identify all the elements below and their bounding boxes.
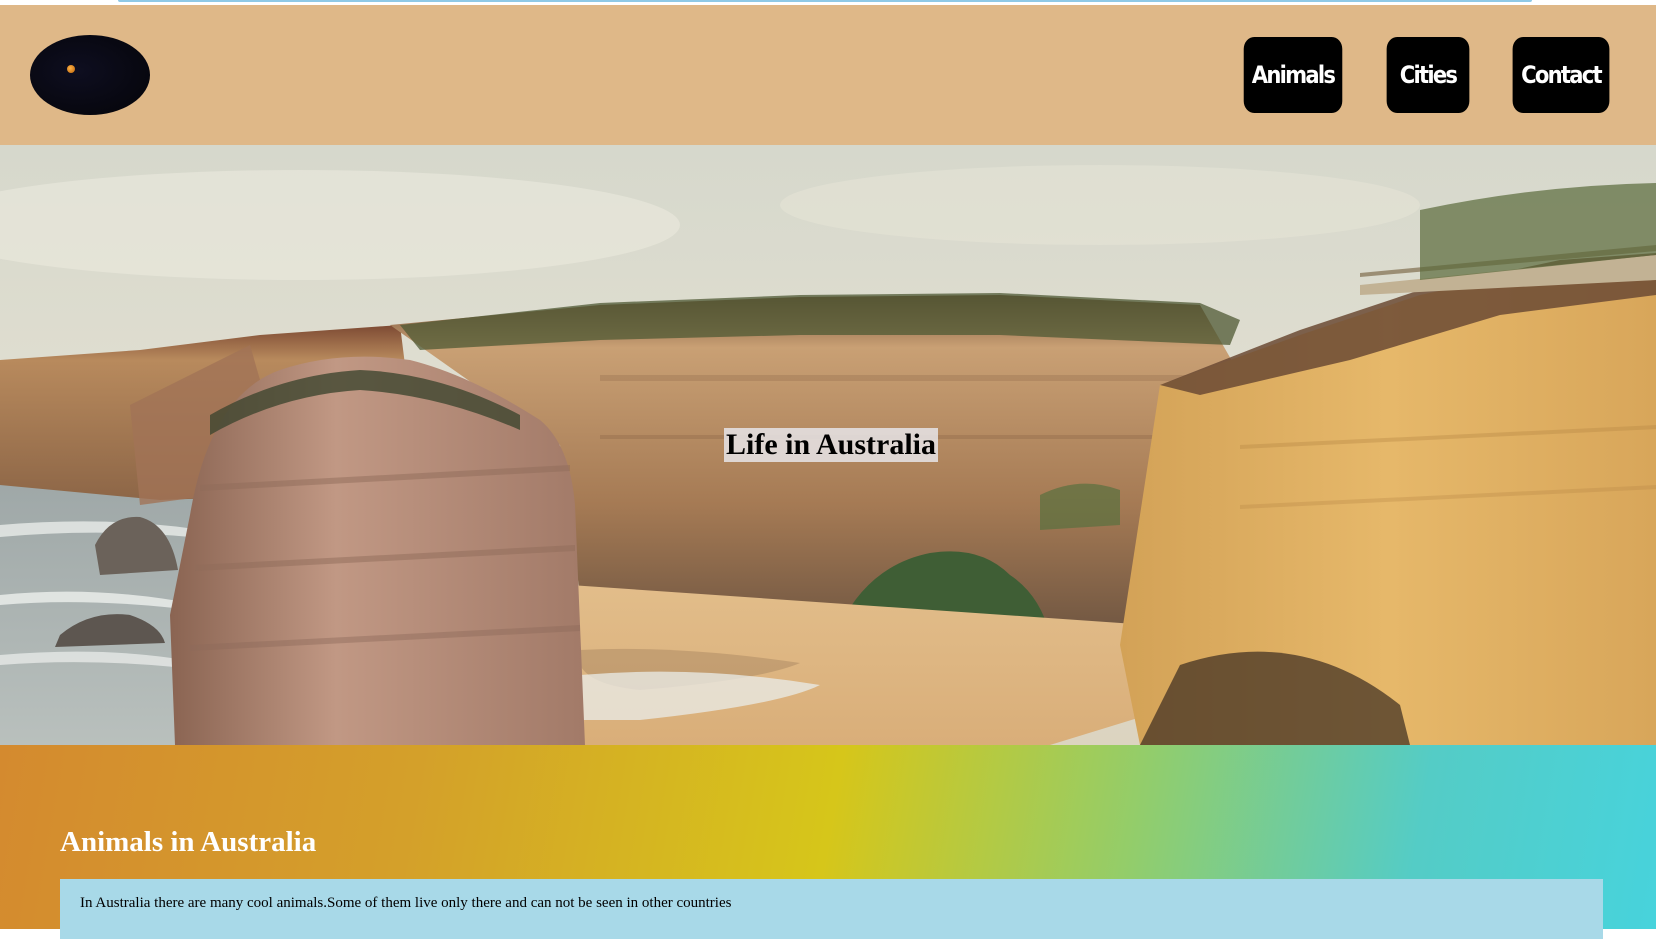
animals-text-box: In Australia there are many cool animals… (60, 879, 1603, 939)
nav-contact-button[interactable]: Contact (1512, 37, 1610, 113)
logo-icon[interactable] (30, 35, 150, 115)
nav-cities-button[interactable]: Cities (1386, 37, 1470, 113)
animals-section-title: Animals in Australia (60, 826, 317, 858)
hero-title: Life in Australia (724, 428, 939, 462)
animals-section: Animals in Australia In Australia there … (0, 745, 1656, 939)
hero-banner: Life in Australia (0, 145, 1656, 745)
logo-dot (67, 65, 75, 73)
top-strip-line (118, 0, 1532, 2)
animals-description: In Australia there are many cool animals… (80, 895, 732, 911)
nav-animals-button[interactable]: Animals (1243, 37, 1343, 113)
site-header: Animals Cities Contact (0, 5, 1656, 145)
